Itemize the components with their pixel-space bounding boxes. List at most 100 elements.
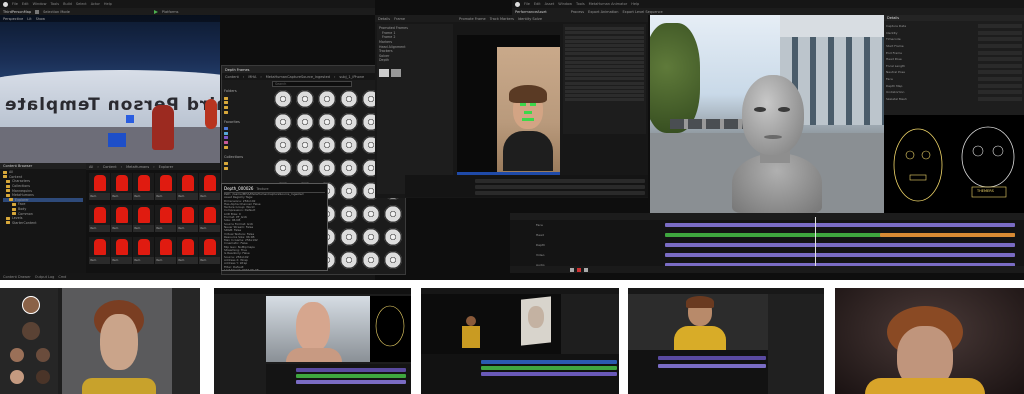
depth-frames-search[interactable]: Search: [272, 81, 352, 87]
property-row[interactable]: Timecode: [886, 36, 1022, 43]
depth-frame-thumbnail[interactable]: [318, 136, 336, 154]
asset-tile[interactable]: Item: [155, 205, 176, 232]
path-segment[interactable]: MetaHumans: [126, 165, 149, 169]
list-item[interactable]: [565, 85, 644, 89]
asset-tile[interactable]: Item: [177, 237, 198, 264]
asset-tile[interactable]: Item: [155, 173, 176, 200]
asset-tile[interactable]: Item: [155, 237, 176, 264]
depth-frame-thumbnail[interactable]: [296, 159, 314, 177]
map-tab[interactable]: ThirdPersonMap: [3, 10, 31, 14]
list-item[interactable]: [565, 27, 644, 31]
property-value[interactable]: [978, 70, 1022, 75]
path-segment[interactable]: MHA: [248, 75, 256, 79]
property-row[interactable]: Undistortion: [886, 89, 1022, 96]
asset-tile[interactable]: Item: [199, 237, 220, 264]
preset-avatar[interactable]: [10, 370, 24, 384]
asset-tile[interactable]: Item: [177, 205, 198, 232]
menu-window[interactable]: Window: [33, 2, 47, 6]
thumbnail-animation-sequencer[interactable]: [421, 288, 619, 394]
depth-frame-thumbnail[interactable]: [340, 159, 358, 177]
preset-avatar[interactable]: [36, 348, 50, 362]
depth-frame-thumbnail[interactable]: [340, 113, 358, 131]
export-level-sequence-button[interactable]: Export Level Sequence: [622, 10, 662, 14]
preset-avatar[interactable]: [22, 296, 40, 314]
depth-frame-thumbnail[interactable]: [274, 90, 292, 108]
depth-frame-thumbnail[interactable]: [340, 251, 358, 269]
skip-back-icon[interactable]: [570, 267, 574, 272]
swatch[interactable]: [391, 68, 401, 77]
track-bar[interactable]: [665, 223, 1015, 227]
menu-select[interactable]: Select: [76, 2, 87, 6]
depth-frame-thumbnail[interactable]: [362, 228, 380, 246]
asset-tile[interactable]: Item: [199, 205, 220, 232]
viewport-perspective-button[interactable]: Perspective: [3, 17, 23, 21]
depth-frame-thumbnail[interactable]: [340, 182, 358, 200]
property-row[interactable]: End Frame: [886, 49, 1022, 56]
property-row[interactable]: Depth: [379, 58, 451, 63]
menu-actor[interactable]: Actor: [91, 2, 100, 6]
menu-help[interactable]: Help: [631, 2, 639, 6]
property-row[interactable]: Head Pose: [886, 56, 1022, 63]
track-label[interactable]: Video: [536, 253, 544, 257]
swatch[interactable]: [379, 68, 389, 77]
list-item[interactable]: [565, 56, 644, 60]
playhead[interactable]: [815, 217, 816, 273]
property-row[interactable]: Capture Data: [886, 23, 1022, 30]
depth-frame-thumbnail[interactable]: [384, 251, 402, 269]
list-item[interactable]: [565, 94, 644, 98]
video-feed[interactable]: [457, 35, 560, 175]
list-item[interactable]: [565, 81, 644, 85]
track-label[interactable]: Head: [536, 233, 544, 237]
list-item[interactable]: [565, 31, 644, 35]
path-segment[interactable]: Content: [225, 75, 239, 79]
property-row[interactable]: Depth Map: [886, 82, 1022, 89]
menu-metahuman-animator[interactable]: MetaHuman Animator: [589, 2, 628, 6]
export-animation-button[interactable]: Export Animation: [588, 10, 618, 14]
property-value[interactable]: [978, 77, 1022, 82]
viewport-lit-button[interactable]: Lit: [27, 17, 31, 21]
list-item[interactable]: [565, 60, 644, 64]
property-value[interactable]: [978, 44, 1022, 49]
track-label[interactable]: Face: [536, 223, 543, 227]
track-markers-button[interactable]: Track Markers: [490, 17, 514, 21]
track-bar[interactable]: [665, 253, 1015, 257]
promote-frame-button[interactable]: Promote Frame: [459, 17, 486, 21]
save-icon[interactable]: [35, 9, 40, 14]
depth-frame-thumbnail[interactable]: [384, 228, 402, 246]
level-viewport[interactable]: Perspective Lit Show Third Person Templa…: [0, 15, 220, 163]
property-row[interactable]: Identity: [886, 30, 1022, 37]
asset-tile[interactable]: Item: [111, 237, 132, 264]
platforms-button[interactable]: Platforms: [162, 10, 179, 14]
depth-frame-thumbnail[interactable]: [318, 113, 336, 131]
asset-tile[interactable]: Item: [199, 173, 220, 200]
tab-details[interactable]: Details: [378, 17, 390, 21]
menu-build[interactable]: Build: [63, 2, 72, 6]
depth-frame-thumbnail[interactable]: [384, 205, 402, 223]
list-item[interactable]: [565, 64, 644, 68]
path-segment[interactable]: All: [89, 165, 93, 169]
property-row[interactable]: Neutral Pose: [886, 69, 1022, 76]
list-item[interactable]: [565, 35, 644, 39]
tab-frame[interactable]: Frame: [394, 17, 405, 21]
menu-file[interactable]: File: [524, 2, 530, 6]
asset-tile[interactable]: Item: [133, 173, 154, 200]
asset-tile[interactable]: Item: [89, 237, 110, 264]
folder-row[interactable]: [224, 110, 268, 115]
depth-frame-thumbnail[interactable]: [274, 113, 292, 131]
path-segment[interactable]: Explorer: [159, 165, 174, 169]
sidebar-group[interactable]: Favorites: [224, 120, 268, 124]
property-value[interactable]: [978, 83, 1022, 88]
sidebar-group[interactable]: Collections: [224, 155, 268, 159]
property-row[interactable]: Focal Length: [886, 63, 1022, 70]
content-drawer-button[interactable]: Content Drawer: [3, 275, 31, 279]
depth-frame-thumbnail[interactable]: [274, 136, 292, 154]
preset-avatar[interactable]: [22, 322, 40, 340]
list-item[interactable]: [565, 73, 644, 77]
property-value[interactable]: [978, 30, 1022, 35]
asset-tile[interactable]: Item: [89, 173, 110, 200]
asset-tile[interactable]: Item: [133, 205, 154, 232]
folder-row[interactable]: [224, 145, 268, 150]
output-log-button[interactable]: Output Log: [35, 275, 55, 279]
menu-help[interactable]: Help: [104, 2, 112, 6]
list-item[interactable]: [565, 52, 644, 56]
